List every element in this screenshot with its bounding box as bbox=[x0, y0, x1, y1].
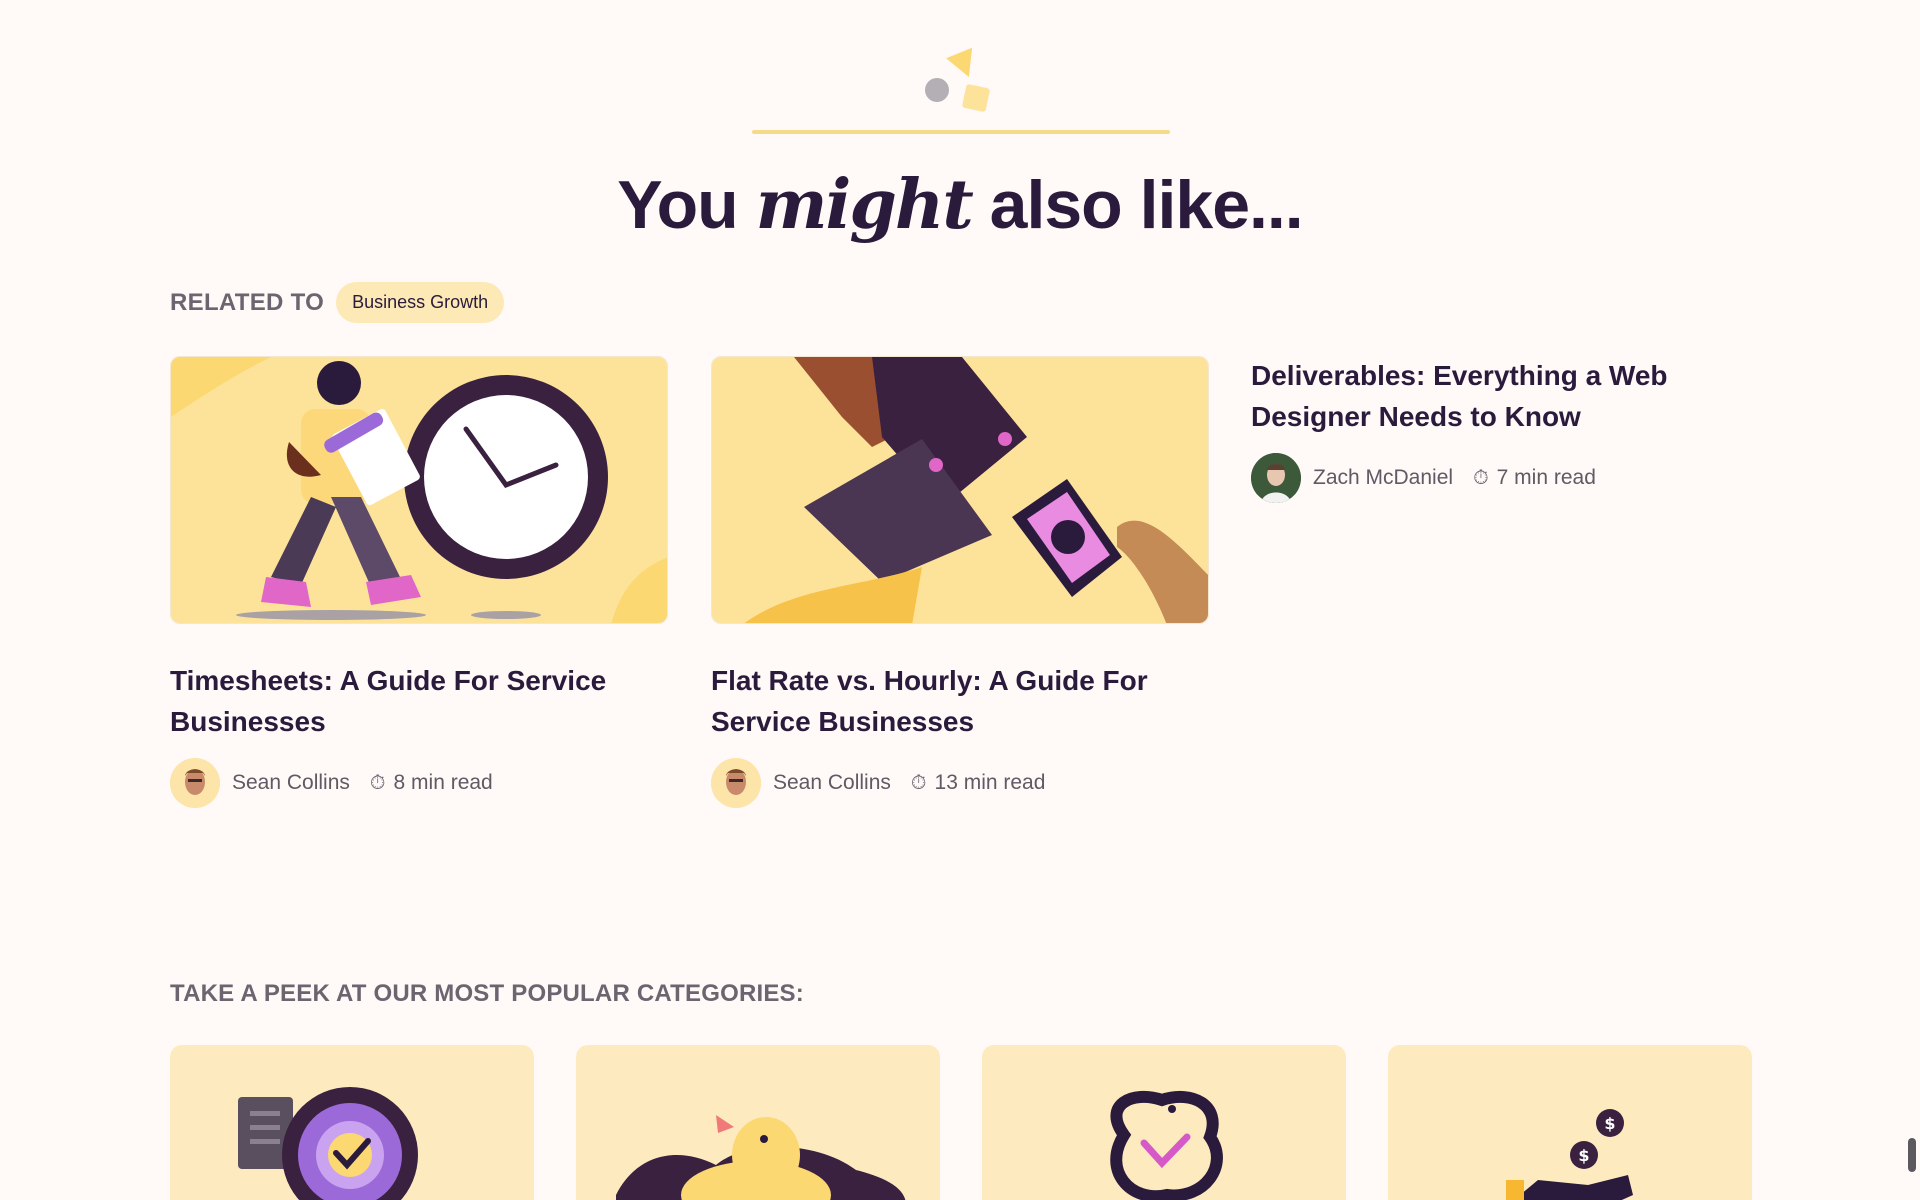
category-card[interactable]: $ $ bbox=[1388, 1045, 1752, 1200]
avatar bbox=[1251, 453, 1301, 503]
scrollbar[interactable] bbox=[1908, 1138, 1916, 1172]
triangle-shape bbox=[946, 47, 982, 83]
article-meta: Sean Collins ⏱ 8 min read bbox=[170, 758, 668, 808]
read-time: 13 min read bbox=[934, 771, 1046, 794]
related-tag[interactable]: Business Growth bbox=[336, 282, 505, 323]
svg-text:$: $ bbox=[1604, 1114, 1615, 1133]
stopwatch-icon: ⏱ bbox=[1473, 466, 1489, 489]
read-time: 8 min read bbox=[393, 771, 493, 794]
read-time: 7 min read bbox=[1496, 466, 1596, 489]
related-to-row: RELATED TO Business Growth bbox=[170, 282, 505, 323]
author-name[interactable]: Zach McDaniel bbox=[1313, 466, 1453, 490]
categories-heading: TAKE A PEEK AT OUR MOST POPULAR CATEGORI… bbox=[170, 980, 804, 1007]
article-title[interactable]: Timesheets: A Guide For Service Business… bbox=[170, 660, 668, 742]
article-card[interactable]: Flat Rate vs. Hourly: A Guide For Servic… bbox=[711, 356, 1209, 808]
stopwatch-icon: ⏱ bbox=[369, 771, 386, 794]
avatar bbox=[170, 758, 220, 808]
article-meta: Zach McDaniel ⏱ 7 min read bbox=[1251, 453, 1731, 503]
article-card[interactable]: Deliverables: Everything a Web Designer … bbox=[1251, 355, 1731, 503]
article-meta: Sean Collins ⏱ 13 min read bbox=[711, 758, 1209, 808]
article-title[interactable]: Deliverables: Everything a Web Designer … bbox=[1251, 355, 1731, 437]
related-label: RELATED TO bbox=[170, 288, 325, 316]
article-image[interactable] bbox=[170, 356, 668, 624]
avatar bbox=[711, 758, 761, 808]
decorative-shapes-icon bbox=[920, 47, 1000, 115]
section-headline: You might also like... bbox=[617, 165, 1303, 245]
article-title[interactable]: Flat Rate vs. Hourly: A Guide For Servic… bbox=[711, 660, 1209, 742]
title-divider bbox=[752, 130, 1170, 134]
category-card[interactable] bbox=[576, 1045, 940, 1200]
article-card[interactable]: Timesheets: A Guide For Service Business… bbox=[170, 356, 668, 808]
author-name[interactable]: Sean Collins bbox=[232, 771, 350, 795]
article-image[interactable] bbox=[711, 356, 1209, 624]
circle-shape bbox=[925, 78, 949, 102]
author-name[interactable]: Sean Collins bbox=[773, 771, 891, 795]
stopwatch-icon: ⏱ bbox=[910, 771, 927, 794]
category-card[interactable] bbox=[170, 1045, 534, 1200]
category-card[interactable] bbox=[982, 1045, 1346, 1200]
square-shape bbox=[961, 83, 991, 113]
svg-text:$: $ bbox=[1578, 1146, 1589, 1165]
